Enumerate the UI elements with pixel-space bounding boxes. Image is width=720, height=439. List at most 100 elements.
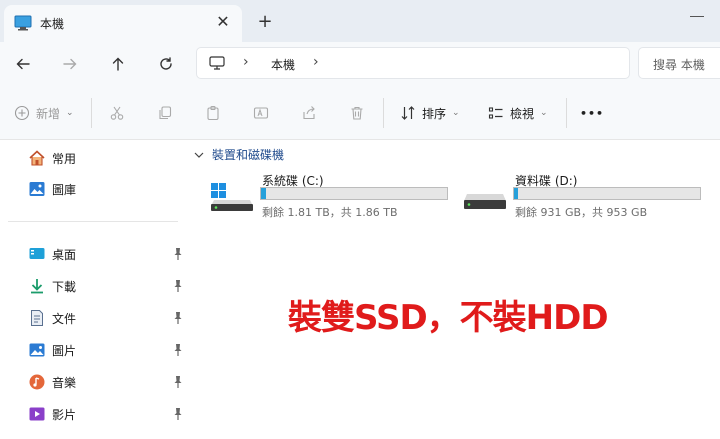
sidebar-item-label: 影片 (52, 407, 77, 422)
rename-icon (253, 107, 269, 119)
sidebar-item-music[interactable]: 音樂 (28, 371, 188, 393)
refresh-icon (160, 57, 172, 70)
sidebar-item-label: 常用 (52, 151, 77, 166)
cut-button[interactable] (109, 100, 125, 126)
data-drive-icon (464, 194, 506, 209)
sidebar-item-pictures[interactable]: 圖片 (28, 339, 188, 361)
minimize-icon[interactable] (690, 16, 704, 17)
drive-free-space: 剩餘 1.81 TB，共 1.86 TB (262, 206, 398, 219)
breadcrumb-chevron-icon[interactable]: › (313, 54, 319, 70)
more-options-button[interactable]: ••• (580, 100, 604, 126)
chevron-down-icon (194, 152, 204, 158)
videos-icon (29, 407, 45, 421)
view-label: 檢視 (510, 106, 535, 121)
devices-group-header[interactable]: 裝置和磁碟機 (194, 146, 284, 163)
sidebar-item-label: 音樂 (52, 375, 77, 390)
tab-this-pc[interactable]: 本機 ✕ (4, 5, 242, 42)
chevron-down-icon: ⌄ (452, 108, 460, 118)
toolbar-divider (91, 98, 92, 128)
navigation-pane: 常用 圖庫 桌面 下載 文件 圖片 音樂 影片 (0, 140, 190, 439)
tab-title: 本機 (40, 17, 65, 31)
pin-icon[interactable] (172, 375, 184, 389)
address-bar[interactable]: › 本機 › (196, 47, 630, 79)
sidebar-item-label: 下載 (52, 279, 77, 294)
breadcrumb-separator-icon[interactable]: › (243, 54, 249, 70)
drive-free-space: 剩餘 931 GB，共 953 GB (515, 206, 648, 219)
breadcrumb-this-pc[interactable]: 本機 (271, 56, 295, 73)
drive-usage-bar (513, 187, 701, 200)
paste-button[interactable] (205, 100, 221, 126)
share-icon (303, 106, 315, 120)
arrow-left-icon (16, 58, 30, 70)
drive-usage-bar (260, 187, 448, 200)
pin-icon[interactable] (172, 279, 184, 293)
trash-icon (351, 106, 363, 120)
pin-icon[interactable] (172, 343, 184, 357)
computer-icon (14, 15, 32, 31)
clipboard-icon (207, 105, 219, 121)
home-icon (29, 150, 45, 166)
refresh-button[interactable] (152, 50, 180, 78)
more-icon: ••• (580, 106, 605, 120)
sidebar-item-label: 圖庫 (52, 182, 77, 197)
arrow-up-icon (112, 57, 124, 71)
gallery-icon (29, 182, 45, 196)
drive-d[interactable]: 資料碟 (D:) 剩餘 931 GB，共 953 GB (443, 170, 701, 220)
delete-button[interactable] (349, 100, 365, 126)
toolbar-divider (566, 98, 567, 128)
command-bar: 新增 ⌄ 排序 ⌄ 檢視 ⌄ ••• (0, 86, 720, 140)
pin-icon[interactable] (172, 247, 184, 261)
group-title: 裝置和磁碟機 (212, 148, 285, 162)
up-button[interactable] (104, 50, 132, 78)
music-icon (29, 374, 45, 390)
pin-icon[interactable] (172, 311, 184, 325)
copy-icon (159, 106, 172, 120)
share-button[interactable] (301, 100, 317, 126)
annotation-text: 裝雙SSD，不裝HDD (288, 298, 609, 338)
pictures-icon (29, 343, 45, 357)
sidebar-item-desktop[interactable]: 桌面 (28, 243, 188, 265)
drive-usage-fill (514, 188, 519, 199)
sidebar-item-label: 文件 (52, 311, 77, 326)
sidebar-item-videos[interactable]: 影片 (28, 403, 188, 425)
plus-circle-icon (14, 105, 30, 121)
sort-label: 排序 (422, 106, 447, 121)
system-drive-icon (211, 183, 253, 211)
desktop-icon (29, 248, 45, 259)
arrow-right-icon (63, 58, 77, 70)
toolbar-divider (383, 98, 384, 128)
title-bar: 本機 ✕ + (0, 0, 720, 42)
sidebar-item-home[interactable]: 常用 (28, 147, 188, 169)
back-button[interactable] (9, 50, 37, 78)
drive-usage-fill (261, 188, 267, 199)
search-input[interactable]: 搜尋 本機 (638, 47, 720, 79)
copy-button[interactable] (157, 100, 173, 126)
sidebar-item-documents[interactable]: 文件 (28, 307, 188, 329)
drive-c[interactable]: 系統碟 (C:) 剩餘 1.81 TB，共 1.86 TB (190, 170, 448, 220)
sidebar-item-downloads[interactable]: 下載 (28, 275, 188, 297)
new-button[interactable]: 新增 ⌄ (14, 100, 74, 126)
download-icon (31, 279, 43, 294)
view-list-icon (488, 107, 503, 119)
pin-icon[interactable] (172, 407, 184, 421)
document-icon (31, 310, 43, 326)
chevron-down-icon: ⌄ (66, 108, 74, 118)
rename-button[interactable] (253, 100, 269, 126)
sidebar-divider (8, 221, 178, 222)
sidebar-item-gallery[interactable]: 圖庫 (28, 178, 188, 200)
view-button[interactable]: 檢視 ⌄ (488, 100, 548, 126)
content-area: 裝置和磁碟機 系統碟 (C:) 剩餘 1.81 TB，共 1.86 TB 資料碟… (190, 140, 720, 439)
monitor-icon (209, 56, 225, 70)
scissors-icon (110, 106, 124, 120)
sort-icon (401, 106, 415, 120)
search-placeholder: 搜尋 本機 (653, 58, 705, 72)
sidebar-item-label: 桌面 (52, 247, 77, 262)
sidebar-item-label: 圖片 (52, 343, 77, 358)
close-tab-button[interactable]: ✕ (212, 11, 234, 33)
forward-button[interactable] (56, 50, 84, 78)
new-label: 新增 (36, 106, 61, 121)
chevron-down-icon: ⌄ (540, 108, 548, 118)
new-tab-button[interactable]: + (254, 11, 276, 33)
navigation-bar: › 本機 › 搜尋 本機 (0, 42, 720, 86)
sort-button[interactable]: 排序 ⌄ (400, 100, 460, 126)
